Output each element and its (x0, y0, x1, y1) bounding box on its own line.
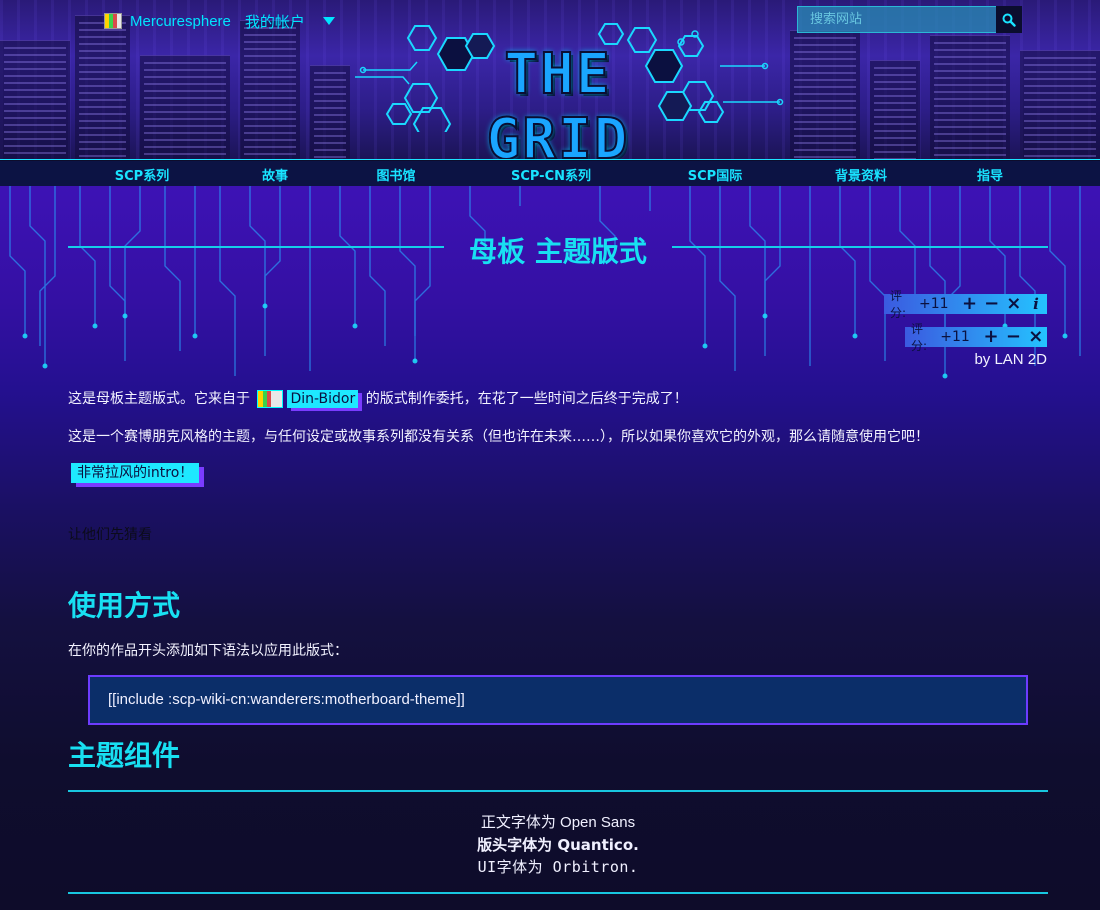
rate-down-button[interactable]: − (1002, 328, 1024, 346)
skyline-building (930, 35, 1010, 160)
nav-item-library[interactable]: 图书馆 (376, 165, 415, 184)
author-link[interactable]: Din-Bidor (287, 390, 359, 408)
user-bar: Mercuresphere 我的帐户 (104, 11, 335, 31)
font-list: 正文字体为 Open Sans 版头字体为 Quantico. UI字体为 Or… (68, 812, 1048, 878)
intro-toggle-button[interactable]: 非常拉风的intro！ (71, 463, 200, 483)
info-icon[interactable]: i (1025, 295, 1047, 313)
logo-text: THE GRID (486, 41, 630, 160)
rating-label: 评分: (890, 289, 907, 320)
skyline-building (790, 30, 860, 160)
nav-item-scp-international[interactable]: SCP国际 (688, 165, 742, 184)
page-title: 母板 主题版式 (469, 235, 647, 268)
rating-label: 评分: (911, 322, 928, 353)
my-account-link[interactable]: 我的帐户 (245, 11, 305, 32)
rate-cancel-button[interactable]: × (1003, 295, 1025, 313)
skyline-building (1020, 50, 1100, 160)
skyline-building (310, 65, 350, 160)
search-button[interactable] (996, 6, 1022, 33)
circuit-background (9, 186, 1081, 379)
heading-components: 主题组件 (68, 739, 181, 772)
rating-widget: 评分: +11 + − × i (884, 289, 1047, 320)
rate-up-button[interactable]: + (980, 328, 1002, 346)
rating-value: +11 (940, 329, 970, 345)
font-body-line: 正文字体为 Open Sans (480, 814, 636, 831)
title-line-right (672, 246, 1048, 248)
author-chip: Din-Bidor (257, 390, 359, 408)
search-box (797, 6, 997, 33)
site-logo[interactable]: THE GRID (355, 22, 785, 160)
nav-item-guide[interactable]: 指导 (977, 165, 1003, 184)
site-header: Mercuresphere 我的帐户 搜索网站 THE GRID (0, 0, 1100, 160)
title-line-left (68, 246, 444, 248)
rate-up-button[interactable]: + (959, 295, 981, 313)
search-input[interactable] (798, 7, 996, 32)
skyline-building (140, 55, 230, 160)
skyline-building (75, 15, 130, 160)
hidden-text: 让他们先猜看 (68, 527, 152, 543)
description-paragraph: 这是一个赛博朋克风格的主题，与任何设定或故事系列都没有关系（但也许在未来……），… (68, 429, 929, 445)
search-icon (1002, 13, 1016, 27)
heading-usage: 使用方式 (68, 589, 181, 622)
font-ui-line: UI字体为 Orbitron. (477, 858, 639, 876)
paragraph-text: 这是母板主题版式。它来自于 (68, 391, 250, 407)
nav-item-stories[interactable]: 故事 (262, 165, 288, 184)
skyline-building (870, 60, 920, 160)
nav-item-scp-cn-series[interactable]: SCP-CN系列 (511, 165, 591, 184)
font-header-line: 版头字体为 Quantico. (477, 836, 639, 854)
nav-item-canon[interactable]: 背景资料 (835, 165, 887, 184)
usage-paragraph: 在你的作品开头添加如下语法以应用此版式： (68, 643, 348, 659)
chevron-down-icon[interactable] (322, 17, 335, 25)
author-byline: by LAN 2D (974, 351, 1047, 368)
intro-paragraph: 这是母板主题版式。它来自于 Din-Bidor 的版式制作委托，在花了一些时间之… (68, 388, 688, 408)
rating-value: +11 (918, 296, 949, 312)
author-avatar[interactable] (257, 390, 284, 408)
top-nav: SCP系列 故事 图书馆 SCP-CN系列 SCP国际 背景资料 指导 (0, 161, 1100, 186)
skyline-building (240, 20, 300, 160)
divider-top (68, 790, 1048, 792)
skyline-building (0, 40, 70, 160)
user-avatar (104, 13, 122, 29)
nav-item-scp-series[interactable]: SCP系列 (115, 165, 169, 184)
rate-down-button[interactable]: − (981, 295, 1003, 313)
divider-bottom (68, 892, 1048, 894)
header-divider (0, 159, 1100, 160)
username-link[interactable]: Mercuresphere (130, 13, 231, 30)
rate-cancel-button[interactable]: × (1025, 328, 1047, 346)
rating-widget-secondary: 评分: +11 + − × (905, 322, 1047, 353)
code-block: [[include :scp-wiki-cn:wanderers:motherb… (88, 675, 1028, 725)
paragraph-text: 的版式制作委托，在花了一些时间之后终于完成了！ (365, 391, 688, 407)
